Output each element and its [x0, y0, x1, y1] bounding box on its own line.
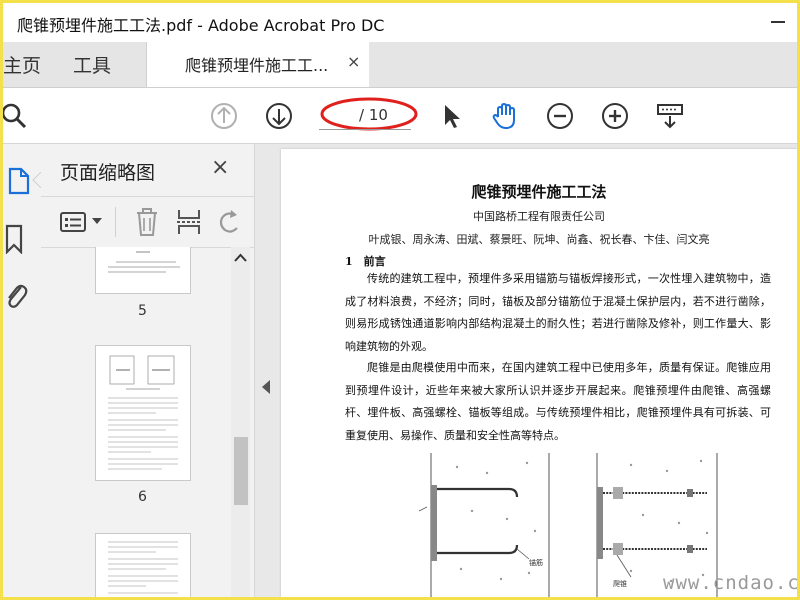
thumbnail-content — [108, 541, 178, 594]
tab-close-button[interactable]: × — [347, 52, 360, 71]
tab-tools[interactable]: 工具 — [73, 51, 111, 78]
figure-label-climbing-cone: 爬锥 — [613, 579, 627, 588]
figure-label-anchor-bar: 锚筋 — [529, 558, 543, 567]
acrobat-window: 爬锥预埋件施工工法.pdf - Adobe Acrobat Pro DC 主页 … — [0, 0, 800, 600]
collapse-arrow-icon[interactable] — [262, 380, 270, 394]
attachment-icon[interactable] — [3, 279, 29, 311]
tab-home[interactable]: 主页 — [3, 51, 41, 78]
hand-tool-icon[interactable] — [489, 100, 521, 132]
toolbar-divider — [115, 207, 116, 237]
paragraph-2: 爬锥是由爬模使用中而来，在国内建筑工程中已使用多年，质量有保证。爬锥应用到预埋件… — [345, 361, 771, 442]
scroll-thumb[interactable] — [234, 437, 248, 505]
panel-splitter[interactable] — [255, 144, 278, 597]
page-thumbnail-6[interactable] — [95, 345, 191, 481]
tab-document[interactable]: 爬锥预埋件施工工... × — [146, 42, 369, 87]
thumbnail-content — [108, 251, 180, 273]
watermark-text: www.cndao.com — [663, 572, 800, 594]
minimize-button[interactable] — [771, 21, 785, 23]
document-company: 中国路桥工程有限责任公司 — [473, 210, 605, 223]
document-page: 爬锥预埋件施工工法 中国路桥工程有限责任公司 叶成银、周永涛、田斌、蔡景旺、阮坤… — [281, 149, 797, 597]
page-up-icon[interactable] — [208, 100, 240, 132]
zoom-out-icon[interactable] — [544, 100, 576, 132]
trash-icon[interactable] — [135, 207, 159, 237]
active-indicator-icon — [32, 172, 41, 188]
page-thumbnail-5[interactable] — [95, 247, 191, 294]
document-title: 爬锥预埋件施工工法 — [471, 183, 607, 201]
page-number-field[interactable]: / 10 — [319, 97, 418, 131]
page-thumbnail-7[interactable] — [95, 533, 191, 597]
rotate-icon[interactable] — [217, 208, 243, 236]
thumbnail-scrollbar[interactable] — [231, 247, 250, 597]
window-title: 爬锥预埋件施工工法.pdf - Adobe Acrobat Pro DC — [17, 16, 385, 35]
select-arrow-icon[interactable] — [435, 100, 467, 132]
section-heading: 1 前言 — [345, 255, 386, 268]
document-authors: 叶成银、周永涛、田斌、蔡景旺、阮坤、尚鑫、祝长春、卞佳、闫文亮 — [368, 233, 710, 246]
bookmark-icon[interactable] — [5, 224, 25, 254]
read-mode-icon[interactable] — [654, 100, 686, 132]
search-icon[interactable] — [0, 100, 31, 132]
title-bar: 爬锥预埋件施工工法.pdf - Adobe Acrobat Pro DC — [3, 3, 797, 42]
insert-page-icon[interactable] — [176, 207, 202, 237]
thumbnails-panel: 页面缩略图 × 5 6 — [41, 144, 255, 597]
scroll-up-icon[interactable] — [234, 253, 247, 262]
thumbnail-page-number: 6 — [138, 489, 147, 505]
page-thumbnails-icon[interactable] — [7, 166, 31, 196]
panel-toolbar — [41, 196, 254, 248]
tab-document-label: 爬锥预埋件施工工... — [185, 56, 329, 75]
thumbnail-content — [108, 355, 178, 470]
panel-close-button[interactable]: × — [211, 155, 229, 180]
page-count-label: / 10 — [359, 106, 388, 124]
dropdown-chevron-icon[interactable] — [92, 217, 102, 225]
panel-title: 页面缩略图 — [60, 162, 156, 184]
paragraph-1: 传统的建筑工程中，预埋件多采用锚筋与锚板焊接形式，一次性埋入建筑物中，造成了材料… — [345, 272, 771, 353]
options-menu-icon[interactable] — [60, 211, 88, 233]
page-down-icon[interactable] — [263, 100, 295, 132]
thumbnail-list: 5 6 — [41, 247, 231, 597]
toolbar: / 10 — [3, 88, 797, 144]
thumbnail-page-number: 5 — [138, 303, 147, 319]
tab-bar: 主页 工具 爬锥预埋件施工工... × — [3, 42, 797, 88]
left-rail — [3, 144, 41, 597]
page-field-underline — [319, 129, 411, 130]
zoom-in-icon[interactable] — [599, 100, 631, 132]
